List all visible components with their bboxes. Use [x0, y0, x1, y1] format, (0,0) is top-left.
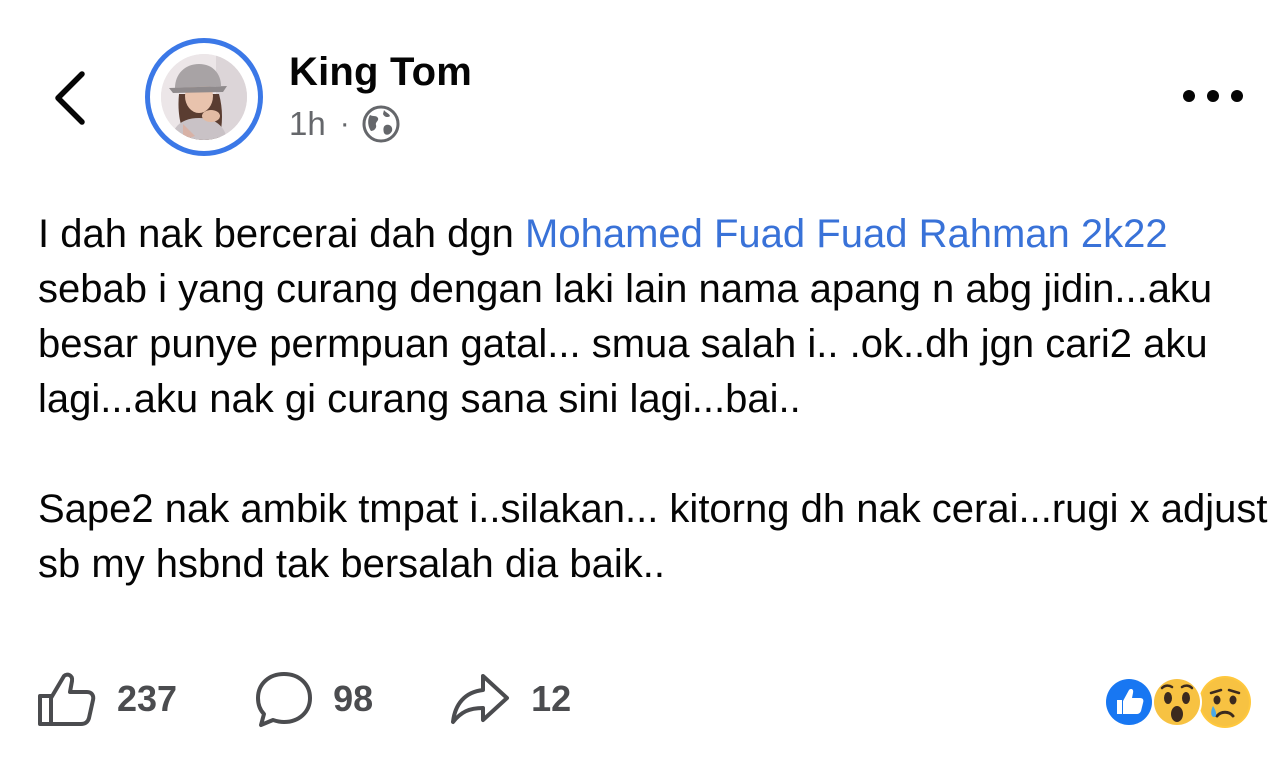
action-bar: 237 98 12	[35, 668, 571, 730]
thumbs-up-icon	[38, 672, 96, 726]
chevron-left-icon	[55, 71, 85, 125]
sad-reaction-icon	[1199, 676, 1251, 728]
like-count: 237	[117, 678, 178, 719]
avatar[interactable]	[145, 38, 263, 156]
share-count: 12	[531, 678, 572, 719]
comment-icon	[256, 672, 313, 727]
comment-count: 98	[333, 678, 374, 719]
post-timestamp[interactable]: 1h	[289, 105, 326, 143]
back-button[interactable]	[50, 68, 90, 128]
post-text-prefix: I dah nak bercerai dah dgn	[38, 212, 526, 256]
more-options-button[interactable]	[1178, 84, 1248, 108]
share-icon	[451, 674, 510, 724]
like-reaction-icon	[1103, 676, 1155, 728]
reaction-summary[interactable]	[1103, 676, 1253, 728]
meta-separator: ·	[339, 107, 350, 140]
globe-icon[interactable]	[362, 105, 400, 143]
mention-link[interactable]: Mohamed Fuad Fuad Rahman 2k22	[525, 212, 1168, 256]
post-paragraph-1: I dah nak bercerai dah dgn Mohamed Fuad …	[38, 207, 1268, 427]
ellipsis-icon	[1183, 90, 1243, 102]
post-paragraph-2: Sape2 nak ambik tmpat i..silakan... kito…	[38, 487, 1268, 586]
comment-button[interactable]: 98	[253, 668, 373, 730]
avatar-photo	[161, 54, 247, 140]
post-meta: 1h ·	[289, 104, 400, 144]
like-button[interactable]: 237	[35, 668, 177, 730]
share-button[interactable]: 12	[449, 668, 571, 730]
post-body: I dah nak bercerai dah dgn Mohamed Fuad …	[38, 207, 1268, 592]
post-text-rest: sebab i yang curang dengan laki lain nam…	[38, 267, 1213, 421]
author-name[interactable]: King Tom	[289, 50, 472, 95]
wow-reaction-icon	[1151, 676, 1203, 728]
